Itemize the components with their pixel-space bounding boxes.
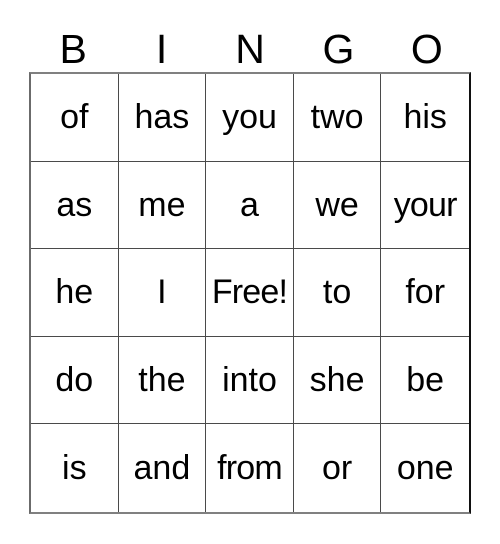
header-cell-i: I — [117, 18, 205, 70]
header-letter-o: O — [410, 26, 443, 72]
bingo-card: B I N G O of has you two his as me a we … — [0, 0, 500, 544]
bingo-cell-label: the — [138, 361, 186, 400]
bingo-cell-label: she — [309, 361, 365, 400]
bingo-cell[interactable]: and — [118, 424, 207, 512]
bingo-cell-label: me — [138, 185, 186, 224]
bingo-cell[interactable]: your — [381, 161, 469, 250]
bingo-cell[interactable]: a — [206, 161, 294, 250]
header-cell-g: G — [294, 18, 382, 70]
bingo-cell-label: as — [56, 185, 93, 224]
bingo-cell[interactable]: his — [381, 74, 469, 162]
header-letter-i: I — [155, 26, 168, 72]
bingo-cell[interactable]: for — [381, 249, 469, 337]
bingo-cell[interactable]: from — [206, 424, 294, 512]
bingo-cell-label: to — [322, 273, 352, 312]
bingo-cell[interactable]: she — [293, 336, 382, 425]
bingo-cell[interactable]: of — [31, 74, 119, 162]
bingo-cell-label: from — [217, 449, 283, 488]
bingo-free-space[interactable]: Free! — [206, 249, 294, 337]
header-cell-n: N — [206, 18, 294, 70]
bingo-cell[interactable]: you — [206, 74, 294, 162]
bingo-header: B I N G O — [29, 18, 471, 70]
bingo-cell-label: he — [55, 273, 94, 312]
bingo-cell-label: or — [321, 449, 353, 488]
bingo-cell-label: your — [393, 185, 458, 224]
bingo-cell[interactable]: to — [293, 249, 382, 337]
header-cell-b: B — [29, 18, 117, 70]
bingo-cell-label: I — [157, 273, 167, 312]
bingo-cell[interactable]: the — [118, 336, 207, 425]
bingo-cell[interactable]: two — [293, 74, 382, 162]
bingo-cell-label: do — [55, 361, 94, 400]
header-cell-o: O — [383, 18, 471, 70]
bingo-cell-label: and — [133, 449, 191, 488]
bingo-cell-label: of — [60, 98, 89, 137]
bingo-cell-label: a — [240, 185, 259, 224]
bingo-cell[interactable]: is — [31, 424, 119, 512]
bingo-cell-label: is — [62, 449, 87, 488]
bingo-cell-label: has — [134, 98, 190, 137]
bingo-cell-label: you — [222, 98, 277, 137]
bingo-cell-label: one — [396, 449, 454, 488]
bingo-cell[interactable]: as — [31, 161, 119, 250]
bingo-cell-label: we — [315, 185, 359, 224]
bingo-cell[interactable]: one — [381, 424, 469, 512]
header-letter-g: G — [322, 26, 355, 72]
header-letter-n: N — [235, 26, 265, 72]
bingo-cell-label: his — [403, 98, 447, 137]
bingo-cell[interactable]: be — [381, 336, 469, 425]
bingo-cell-label: be — [406, 361, 445, 400]
bingo-cell[interactable]: do — [31, 336, 119, 425]
header-letter-b: B — [59, 26, 87, 72]
bingo-grid: of has you two his as me a we your he I … — [29, 72, 471, 514]
bingo-cell-label: two — [310, 98, 364, 137]
bingo-cell[interactable]: me — [118, 161, 207, 250]
bingo-cell[interactable]: has — [118, 74, 207, 162]
bingo-cell-label: into — [222, 361, 277, 400]
bingo-cell[interactable]: or — [293, 424, 382, 512]
bingo-cell[interactable]: we — [293, 161, 382, 250]
bingo-cell[interactable]: into — [206, 336, 294, 425]
bingo-free-space-label: Free! — [211, 273, 288, 312]
bingo-cell[interactable]: I — [118, 249, 207, 337]
bingo-cell-label: for — [405, 273, 446, 312]
bingo-cell[interactable]: he — [31, 249, 119, 337]
